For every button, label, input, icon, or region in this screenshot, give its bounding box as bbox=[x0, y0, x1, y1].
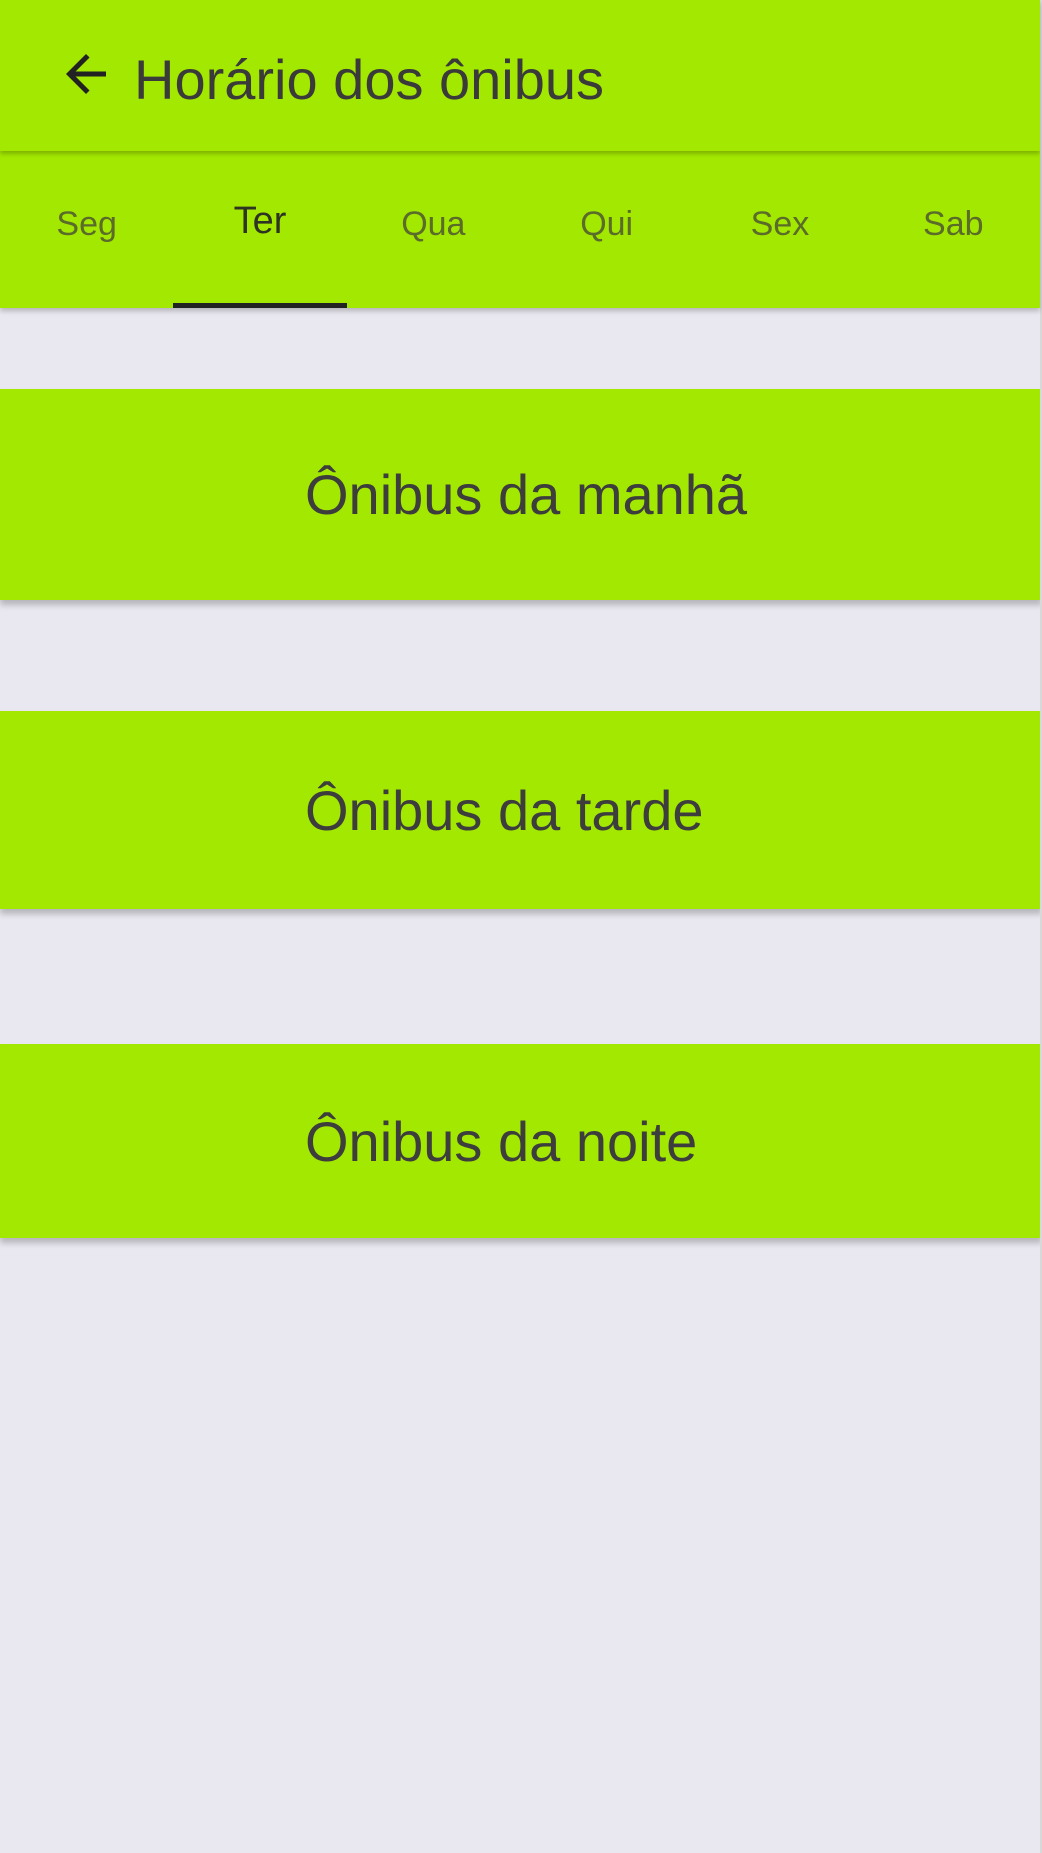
tab-qua[interactable]: Qua bbox=[347, 151, 520, 308]
page-title: Horário dos ônibus bbox=[134, 48, 605, 111]
tab-ter[interactable]: Ter bbox=[173, 151, 347, 308]
card-label: Ônibus da manhã bbox=[305, 463, 748, 526]
tab-label: Seg bbox=[56, 205, 117, 243]
morning-bus-card[interactable]: Ônibus da manhã bbox=[0, 389, 1042, 600]
tab-label: Sab bbox=[923, 205, 984, 243]
active-tab-indicator bbox=[173, 303, 347, 308]
card-label: Ônibus da tarde bbox=[305, 778, 704, 842]
app-bar: Horário dos ônibus bbox=[0, 0, 1040, 151]
tab-sab[interactable]: Sab bbox=[867, 151, 1040, 308]
tab-seg[interactable]: Seg bbox=[0, 151, 173, 308]
arrow-left-icon bbox=[66, 54, 106, 94]
afternoon-bus-card[interactable]: Ônibus da tarde bbox=[0, 711, 1042, 909]
night-bus-card[interactable]: Ônibus da noite bbox=[0, 1044, 1042, 1238]
page: Horário dos ônibus Seg Ter Qua Qui Sex S… bbox=[0, 0, 1042, 1853]
back-button[interactable] bbox=[48, 36, 124, 112]
tab-label: Sex bbox=[750, 205, 810, 243]
tab-label: Qui bbox=[580, 205, 634, 243]
day-tabs: Seg Ter Qua Qui Sex Sab bbox=[0, 151, 1040, 308]
tab-qui[interactable]: Qui bbox=[520, 151, 693, 308]
card-label: Ônibus da noite bbox=[305, 1109, 698, 1173]
tab-label: Ter bbox=[233, 200, 287, 242]
tab-label: Qua bbox=[401, 205, 466, 243]
tab-sex[interactable]: Sex bbox=[693, 151, 866, 308]
